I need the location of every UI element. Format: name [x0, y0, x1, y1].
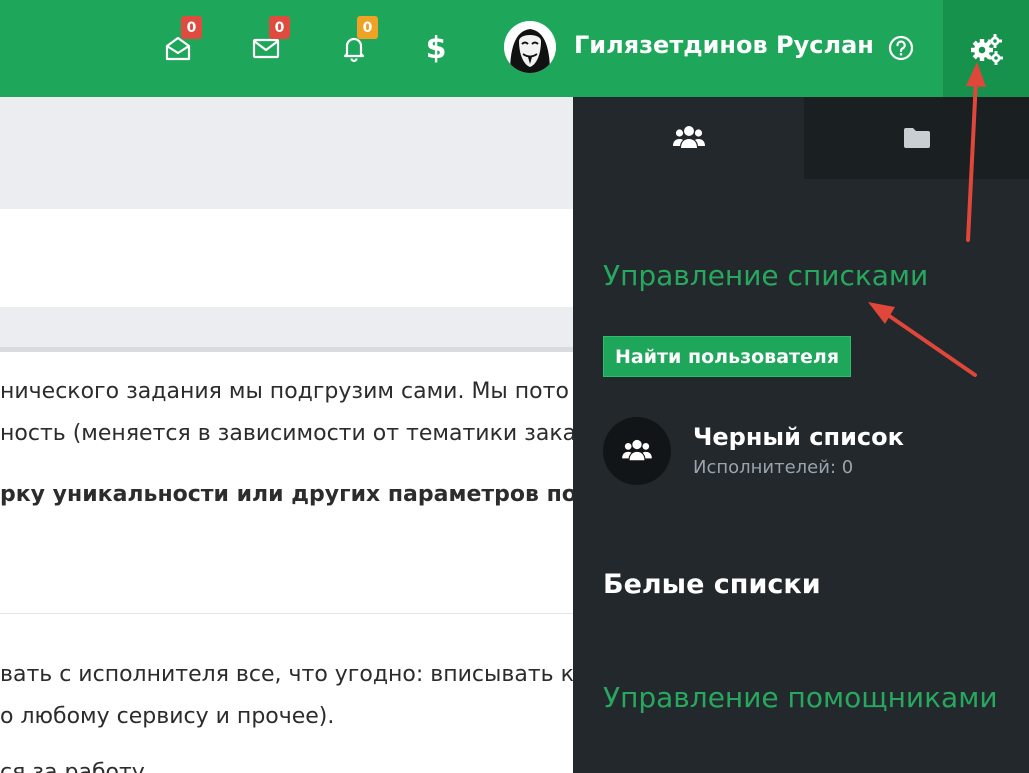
- tab-users[interactable]: [573, 97, 804, 179]
- mail-badge: 0: [269, 16, 290, 39]
- find-user-button[interactable]: Найти пользователя: [603, 336, 852, 377]
- content-divider: [0, 613, 573, 614]
- inbox-button[interactable]: 0: [158, 16, 202, 68]
- content-divider-line: [0, 347, 573, 352]
- dollar-icon: $: [425, 30, 447, 66]
- tab-folders[interactable]: [804, 97, 1029, 179]
- content-text-bold-line: рку уникальности или других параметров п…: [0, 482, 573, 507]
- blacklist-count: Исполнителей: 0: [693, 457, 854, 478]
- settings-button[interactable]: [943, 0, 1029, 97]
- mask-avatar-icon: [504, 21, 556, 73]
- avatar[interactable]: [504, 21, 556, 73]
- manage-lists-title: Управление списками: [603, 259, 929, 292]
- help-icon: [888, 35, 914, 61]
- content-text-line: нического задания мы подгрузим сами. Мы …: [0, 379, 569, 404]
- users-icon: [622, 439, 652, 461]
- manage-helpers-title[interactable]: Управление помощниками: [603, 681, 998, 714]
- blacklist-avatar[interactable]: [603, 417, 671, 485]
- gears-icon: [971, 33, 1003, 65]
- mail-button[interactable]: 0: [246, 16, 290, 68]
- balance-button[interactable]: $: [416, 28, 456, 68]
- content-text-line: вать с исполнителя все, что угодно: впис…: [0, 662, 573, 687]
- blacklist-name[interactable]: Черный список: [693, 423, 904, 451]
- folder-icon: [903, 128, 930, 148]
- settings-panel: Управление списками Найти пользователя Ч…: [573, 97, 1029, 773]
- content-text-line: ся за работу: [0, 760, 145, 773]
- content-white-band: [0, 209, 573, 307]
- notifications-badge: 0: [357, 16, 378, 39]
- white-lists-title[interactable]: Белые списки: [603, 569, 821, 600]
- content-text-line: о любому сервису и прочее).: [0, 704, 335, 729]
- inbox-badge: 0: [181, 16, 202, 39]
- content-gray-band: [0, 97, 573, 209]
- users-icon: [672, 126, 705, 148]
- content-text-line: ность (меняется в зависимости от тематик…: [0, 421, 573, 446]
- top-header: 0 0 0 $ Гилязетдинов Руслан: [0, 0, 1029, 97]
- content-gray-strip: [0, 307, 573, 347]
- username[interactable]: Гилязетдинов Руслан: [574, 31, 874, 59]
- help-button[interactable]: [881, 28, 921, 68]
- notifications-button[interactable]: 0: [334, 16, 378, 68]
